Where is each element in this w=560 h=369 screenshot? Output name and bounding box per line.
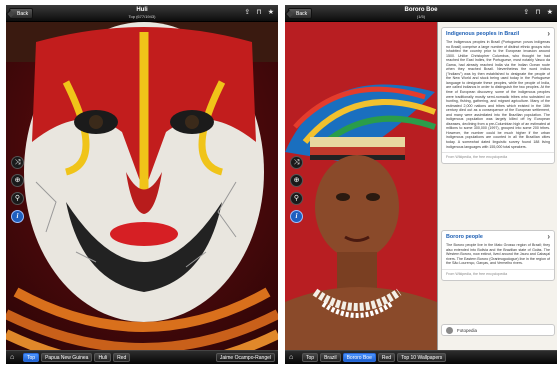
- bookmark-icon[interactable]: ⊓: [535, 8, 540, 18]
- page-subtitle: (1/5): [416, 14, 426, 19]
- breadcrumb-country[interactable]: Papua New Guinea: [41, 353, 93, 362]
- card-indigenous-peoples[interactable]: Indigenous peoples in Brazil The Indigen…: [441, 27, 555, 165]
- side-tools: ⤨ ⊕ ⚲ i: [290, 156, 303, 223]
- top-bar: Back Huli Top (677/1943) ⇪ ⊓ ★: [6, 5, 278, 22]
- shuffle-icon[interactable]: ⤨: [11, 156, 24, 169]
- right-screen: Back Bororo Boe (1/5) ⇪ ⊓ ★ ⤨ ⊕ ⚲ i Indi…: [285, 5, 557, 364]
- breadcrumb-color[interactable]: Red: [113, 353, 131, 362]
- fotopedia-icon: [446, 327, 453, 334]
- fotopedia-label: Fotopedia: [457, 328, 478, 333]
- page-title: Huli: [136, 7, 148, 13]
- card-source: From Wikipedia, the free encyclopedia: [442, 268, 554, 280]
- home-icon[interactable]: ⌂: [289, 354, 293, 362]
- info-panel: Indigenous peoples in Brazil The Indigen…: [437, 22, 557, 350]
- top-icons: ⇪ ⊓ ★: [523, 8, 553, 18]
- card-title[interactable]: Indigenous peoples in Brazil: [442, 28, 554, 39]
- card-source: From Wikipedia, the free encyclopedia: [442, 152, 554, 163]
- search-icon[interactable]: ⚲: [11, 192, 24, 205]
- fotopedia-row[interactable]: Fotopedia: [441, 324, 555, 336]
- share-icon[interactable]: ⇪: [523, 8, 529, 18]
- breadcrumb-people[interactable]: Huli: [94, 353, 112, 362]
- breadcrumb-top[interactable]: Top: [302, 353, 319, 362]
- globe-icon[interactable]: ⊕: [290, 174, 303, 187]
- left-screen: Back Huli Top (677/1943) ⇪ ⊓ ★ ⤨ ⊕ ⚲ i ⌂…: [6, 5, 278, 364]
- search-icon[interactable]: ⚲: [290, 192, 303, 205]
- info-icon[interactable]: i: [290, 210, 303, 223]
- card-body: The Bororo people live in the Mato Gross…: [446, 243, 550, 266]
- top-icons: ⇪ ⊓ ★: [244, 8, 274, 18]
- card-title[interactable]: Bororo people: [442, 231, 554, 242]
- breadcrumb-country[interactable]: Brazil: [320, 353, 341, 362]
- huli-face-photo: [6, 22, 278, 350]
- favorite-star-icon[interactable]: ★: [268, 8, 274, 18]
- bottom-bar: ⌂ Top Papua New Guinea Huli Red Jaime Oc…: [6, 350, 278, 364]
- card-bororo-people[interactable]: Bororo people The Bororo people live in …: [441, 230, 555, 281]
- breadcrumb: Top Brazil Bororo Boe Red Top 10 Wallpap…: [302, 353, 447, 362]
- breadcrumb-wallpapers[interactable]: Top 10 Wallpapers: [397, 353, 447, 362]
- photo-credit[interactable]: Jaime Ocampo-Rangel: [215, 353, 275, 362]
- bottom-bar: ⌂ Top Brazil Bororo Boe Red Top 10 Wallp…: [285, 350, 557, 364]
- shuffle-icon[interactable]: ⤨: [290, 156, 303, 169]
- side-tools: ⤨ ⊕ ⚲ i: [11, 156, 24, 223]
- favorite-star-icon[interactable]: ★: [547, 8, 553, 18]
- page-title: Bororo Boe: [404, 7, 438, 13]
- breadcrumb: Top Papua New Guinea Huli Red: [23, 353, 131, 362]
- card-body: The Indigenous peoples in Brazil (Portug…: [446, 40, 550, 149]
- photo-huli[interactable]: [6, 22, 278, 350]
- title-block: Bororo Boe (1/5): [285, 6, 557, 20]
- title-block: Huli Top (677/1943): [6, 6, 278, 20]
- info-icon[interactable]: i: [11, 210, 24, 223]
- globe-icon[interactable]: ⊕: [11, 174, 24, 187]
- share-icon[interactable]: ⇪: [244, 8, 250, 18]
- page-subtitle: Top (677/1943): [128, 14, 156, 19]
- home-icon[interactable]: ⌂: [10, 354, 14, 362]
- breadcrumb-people[interactable]: Bororo Boe: [342, 353, 376, 362]
- breadcrumb-top[interactable]: Top: [23, 353, 40, 362]
- top-bar: Back Bororo Boe (1/5) ⇪ ⊓ ★: [285, 5, 557, 22]
- breadcrumb-color[interactable]: Red: [377, 353, 396, 362]
- bookmark-icon[interactable]: ⊓: [256, 8, 261, 18]
